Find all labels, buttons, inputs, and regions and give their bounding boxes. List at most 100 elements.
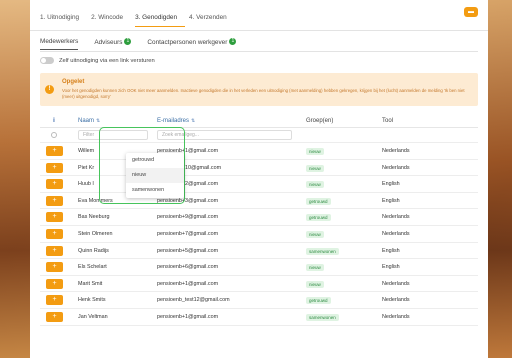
table-row: + Els Schelart pensioenb+6@gmail.com nieuw E…	[40, 259, 478, 276]
subtabs-divider	[40, 51, 478, 52]
group-tag: nieuw	[306, 181, 324, 189]
cell-name: Bas Neeburg	[78, 214, 110, 221]
subtab-label: Contactpersonen werkgever	[147, 39, 228, 46]
table-row: + Willem pensioenb+1@gmail.com nieuw Nederla…	[40, 143, 478, 160]
table-body: + Willem pensioenb+1@gmail.com nieuw Nederla…	[40, 143, 478, 326]
step-tab-1[interactable]: 1. Uitnodiging	[40, 14, 87, 27]
table-row: + Marit Smit pensioenb+1@gmail.com nieuw Ned…	[40, 276, 478, 293]
cell-tool: Nederlands	[382, 164, 410, 171]
count-badge: 1	[229, 38, 237, 45]
group-tag: getrouwd	[306, 197, 331, 205]
subtab-contactpersonen[interactable]: Contactpersonen werkgever 1	[147, 38, 237, 50]
group-tag: nieuw	[306, 230, 324, 238]
subtab-label: Medewerkers	[40, 38, 79, 45]
cell-email: pensioenb+7@gmail.com	[157, 230, 219, 237]
cell-tool: Nederlands	[382, 230, 410, 237]
warning-alert: ! Opgelet Voor het genodigden kunnen zic…	[40, 73, 478, 106]
add-button[interactable]: +	[46, 195, 63, 206]
count-badge: 1	[124, 38, 132, 45]
cell-tool: Nederlands	[382, 148, 410, 154]
add-button[interactable]: +	[46, 245, 63, 256]
cell-name: Henk Smits	[78, 297, 106, 304]
cell-name: Piet Kr	[78, 164, 95, 171]
add-button[interactable]: +	[46, 212, 63, 223]
cell-name: Marit Smit	[78, 280, 103, 287]
header-group: Groep(en)	[306, 117, 334, 124]
cell-tool: English	[382, 264, 400, 271]
group-tag: samenwonen	[306, 247, 339, 255]
cell-name: Stein Olmeren	[78, 230, 113, 237]
cell-email: pensioenb+5@gmail.com	[157, 247, 219, 254]
cell-email: pensioenb+1@gmail.com	[157, 280, 219, 287]
self-invite-row: Zelf uitnodiging via een link versturen	[40, 57, 155, 64]
invitees-table: i Naam ⇅ E-mailadres ⇅ Groep(en) Tool Filt…	[40, 114, 478, 326]
sort-icon: ⇅	[96, 117, 101, 124]
background-left	[0, 0, 30, 358]
sort-icon: ⇅	[191, 117, 196, 124]
group-tag: getrouwd	[306, 297, 331, 305]
alert-title: Opgelet	[62, 79, 85, 85]
table-row: + Jan Veltman pensioenb+1@gmail.com samenwo…	[40, 309, 478, 326]
add-button[interactable]: +	[46, 262, 63, 273]
step-tab-4[interactable]: 4. Verzenden	[189, 14, 235, 27]
name-filter-input[interactable]: Filter	[78, 130, 148, 140]
info-icon: i	[40, 118, 68, 124]
add-button[interactable]: +	[46, 179, 63, 190]
group-tag: samenwonen	[306, 313, 339, 321]
add-button[interactable]: +	[46, 311, 63, 322]
info-label: i	[53, 117, 55, 124]
steps-divider	[30, 30, 488, 31]
cell-name: Huub I	[78, 181, 94, 188]
cell-tool: English	[382, 247, 400, 254]
cell-email: pensioenb_test12@gmail.com	[157, 297, 230, 304]
group-tag: nieuw	[306, 148, 324, 155]
step-tab-3[interactable]: 3. Genodigden	[135, 14, 186, 27]
cell-email: pensioenb+6@gmail.com	[157, 264, 219, 271]
cell-tool: Nederlands	[382, 214, 410, 221]
header-name[interactable]: Naam ⇅	[78, 118, 100, 124]
cell-name: Willem	[78, 148, 95, 154]
add-button[interactable]: +	[46, 295, 63, 306]
add-button[interactable]: +	[46, 278, 63, 289]
table-header: i Naam ⇅ E-mailadres ⇅ Groep(en) Tool	[40, 114, 478, 128]
chat-icon[interactable]: ▬	[464, 7, 478, 17]
header-name-label: Naam	[78, 117, 95, 124]
subtabs: Medewerkers Adviseurs 1 Contactpersonen w…	[40, 38, 252, 50]
subtab-medewerkers[interactable]: Medewerkers	[40, 38, 79, 50]
add-button[interactable]: +	[46, 228, 63, 239]
subtab-adviseurs[interactable]: Adviseurs 1	[94, 38, 132, 50]
dropdown-option-samenwonen[interactable]: samenwonen	[126, 183, 184, 198]
table-row: + Bas Neeburg pensioenb+9@gmail.com getrouw…	[40, 209, 478, 226]
cell-email: pensioenb+9@gmail.com	[157, 214, 219, 221]
group-tag: getrouwd	[306, 214, 331, 222]
self-invite-toggle[interactable]	[40, 57, 54, 64]
cell-tool: Nederlands	[382, 313, 410, 320]
table-row: + Stein Olmeren pensioenb+7@gmail.com nieuw…	[40, 226, 478, 243]
select-all-checkbox[interactable]	[51, 132, 57, 138]
table-row: + Eva Mommers pensioenb+3@gmail.com getrouw…	[40, 193, 478, 210]
invitation-panel: 1. Uitnodiging 2. Wincode 3. Genodigden …	[30, 0, 488, 358]
name-filter-placeholder: Filter	[83, 132, 95, 138]
header-email[interactable]: E-mailadres ⇅	[157, 118, 195, 124]
header-email-label: E-mailadres	[157, 117, 190, 124]
cell-name: Jan Veltman	[78, 313, 108, 320]
step-tab-2[interactable]: 2. Wincode	[91, 14, 131, 27]
add-button[interactable]: +	[46, 146, 63, 156]
cell-email: pensioenb+1@gmail.com	[157, 313, 219, 320]
cell-name: Els Schelart	[78, 264, 107, 271]
subtab-label: Adviseurs	[94, 39, 123, 46]
email-filter-placeholder: Zoek emailgeg...	[162, 132, 199, 138]
cell-tool: English	[382, 197, 400, 204]
email-filter-input[interactable]: Zoek emailgeg...	[157, 130, 292, 140]
filter-row: Filter Zoek emailgeg...	[40, 128, 478, 143]
group-tag: nieuw	[306, 264, 324, 272]
add-button[interactable]: +	[46, 162, 63, 173]
table-row: + Quinn Radijs pensioenb+5@gmail.com samenw…	[40, 243, 478, 260]
cell-name: Quinn Radijs	[78, 247, 109, 254]
group-filter-dropdown: getrouwd nieuw samenwonen	[126, 153, 184, 198]
header-tool: Tool	[382, 117, 394, 124]
table-row: + Henk Smits pensioenb_test12@gmail.com get…	[40, 292, 478, 309]
dropdown-option-nieuw[interactable]: nieuw	[126, 168, 184, 183]
dropdown-option-getrouwd[interactable]: getrouwd	[126, 153, 184, 168]
exclamation-icon: !	[45, 85, 54, 94]
